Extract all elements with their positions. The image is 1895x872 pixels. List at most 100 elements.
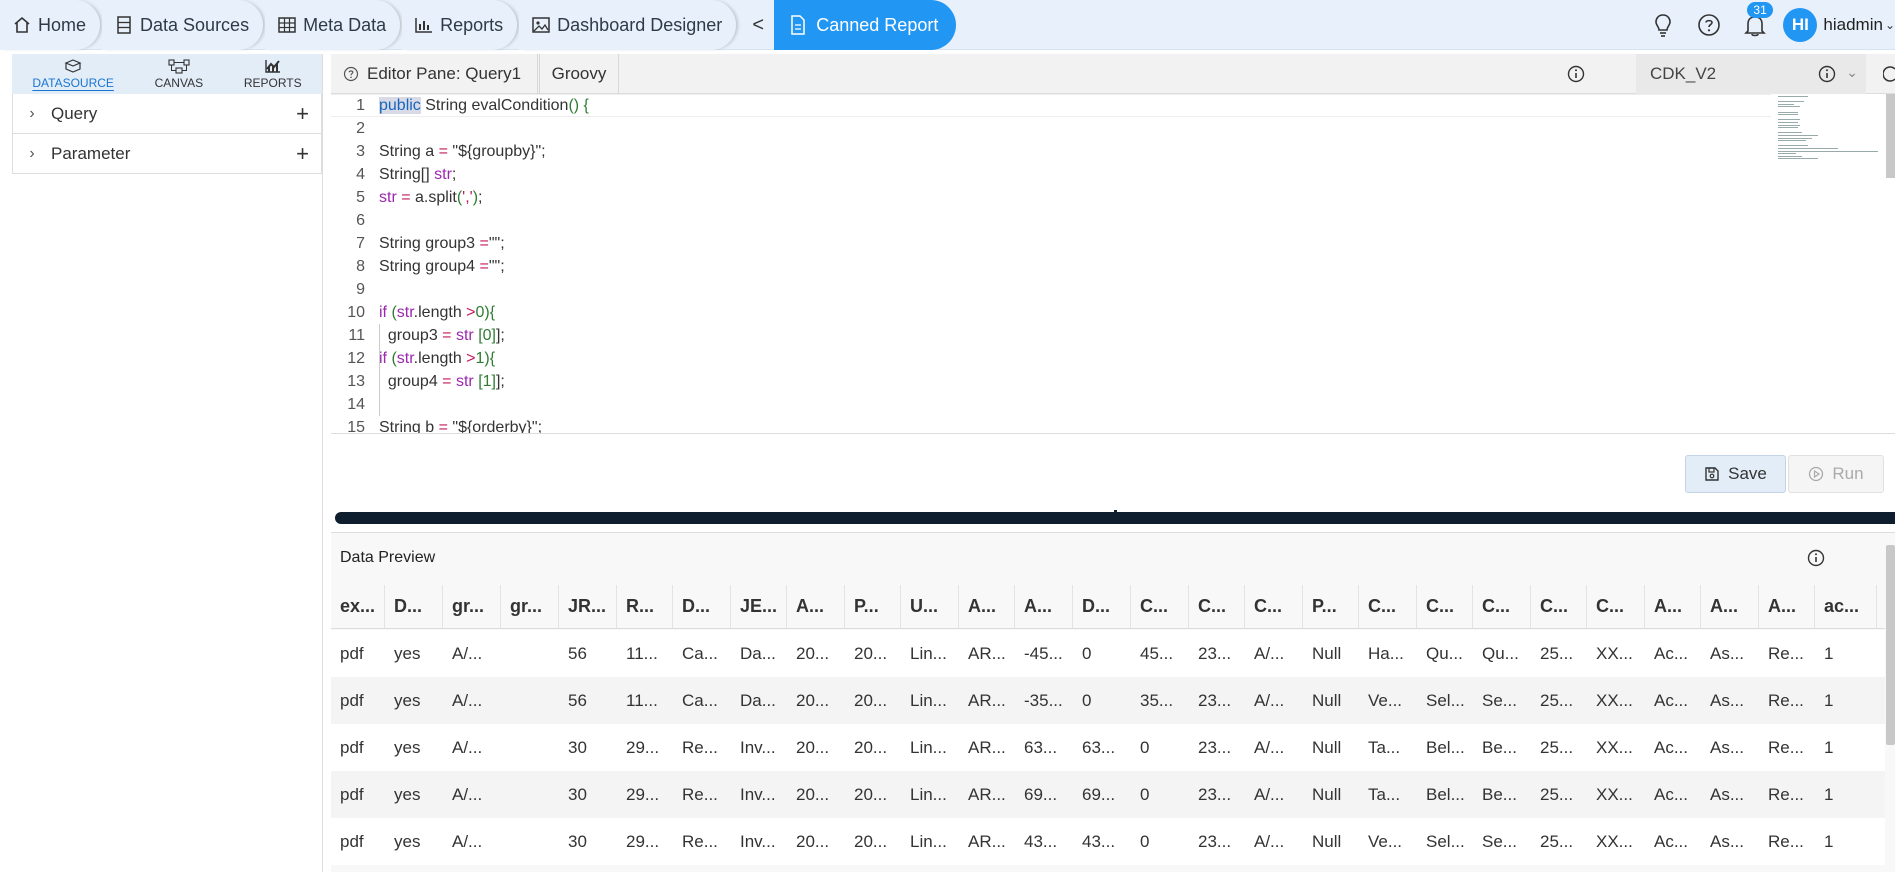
code-line[interactable]: 3 String a = "${groupby}"; (331, 140, 1771, 163)
table-cell: A/... (1254, 831, 1285, 851)
table-cell: A/... (1254, 643, 1285, 663)
table-cell: Lin... (910, 831, 947, 851)
code-line[interactable]: 2 (331, 117, 1771, 140)
code-line[interactable]: 13 group4 = str [1]]; (331, 370, 1771, 393)
column-header[interactable]: C... (1359, 585, 1417, 628)
code-text: group3 = str [0]]; (379, 326, 505, 344)
column-header[interactable]: C... (1245, 585, 1303, 628)
column-header[interactable]: C... (1417, 585, 1473, 628)
column-header[interactable]: A... (1645, 585, 1701, 628)
code-line[interactable]: 6 (331, 209, 1771, 232)
splitter-handle[interactable] (1114, 510, 1117, 513)
help-icon[interactable] (1697, 13, 1721, 37)
info-icon[interactable] (1807, 549, 1825, 572)
datasource-select[interactable]: CDK_V2 ⌄ (1636, 54, 1866, 94)
username-menu[interactable]: hiadmin (1823, 15, 1883, 35)
chevron-down-icon[interactable]: ⌄ (1846, 64, 1858, 81)
tab-editor-pane[interactable]: Editor Pane: Query1 (331, 54, 538, 94)
add-query-icon[interactable]: + (296, 101, 309, 127)
column-header[interactable]: D... (673, 585, 731, 628)
save-button[interactable]: Save (1685, 455, 1786, 493)
editor-scrollbar[interactable] (1886, 94, 1895, 178)
crumb-home[interactable]: Home (0, 0, 101, 50)
add-parameter-icon[interactable]: + (296, 141, 309, 167)
tab-language[interactable]: Groovy (539, 54, 619, 94)
column-header[interactable]: R... (617, 585, 673, 628)
table-cell: A/... (452, 643, 483, 663)
refresh-icon[interactable] (1882, 65, 1895, 88)
code-line[interactable]: 11 group3 = str [0]]; (331, 324, 1771, 347)
column-header[interactable]: A... (787, 585, 845, 628)
column-header[interactable]: C... (1473, 585, 1531, 628)
info-icon[interactable] (1567, 65, 1585, 88)
table-cell: Ac... (1654, 831, 1689, 851)
crumb-canned-report[interactable]: Canned Report (774, 0, 957, 50)
column-header[interactable]: JR... (559, 585, 617, 628)
minimap-line (1778, 132, 1802, 134)
chevron-right-icon[interactable]: › (13, 145, 51, 163)
bell-icon[interactable]: 31 (1743, 2, 1773, 37)
column-header[interactable]: JE... (731, 585, 787, 628)
avatar[interactable]: HI (1783, 8, 1818, 42)
column-header[interactable]: U... (901, 585, 959, 628)
tab-label: CANVAS (154, 76, 204, 90)
crumb-dashboard-designer[interactable]: Dashboard Designer (519, 0, 737, 50)
crumb-meta-data[interactable]: Meta Data (265, 0, 401, 50)
column-header[interactable]: D... (1073, 585, 1131, 628)
table-cell: 20... (796, 784, 830, 804)
help-circle-icon[interactable] (343, 66, 359, 82)
column-header[interactable]: A... (1015, 585, 1073, 628)
tab-canvas[interactable]: CANVAS (155, 58, 203, 90)
code-line[interactable]: 15 String b = "${orderby}"; (331, 416, 1771, 434)
code-line[interactable]: 1 public String evalCondition() { (331, 94, 1771, 117)
code-text: group4 = str [1]]; (379, 372, 505, 390)
crumb-reports[interactable]: Reports (402, 0, 518, 50)
code-line[interactable]: 7 String group3 =""; (331, 232, 1771, 255)
tab-reports[interactable]: REPORTS (244, 58, 302, 90)
run-button[interactable]: Run (1788, 455, 1884, 493)
column-header[interactable]: gr... (443, 585, 501, 628)
column-header[interactable]: C... (1131, 585, 1189, 628)
chevron-right-icon[interactable]: › (13, 105, 51, 123)
info-icon[interactable] (1818, 65, 1836, 88)
chevron-down-icon[interactable]: ⌄ (1885, 18, 1895, 32)
crumb-label: Home (38, 14, 87, 35)
code-line[interactable]: 9 (331, 278, 1771, 301)
table-cell: 20... (854, 784, 888, 804)
column-header[interactable]: A... (1759, 585, 1815, 628)
column-header[interactable]: gr... (501, 585, 559, 628)
minimap-line (1778, 145, 1808, 147)
table-cell: Inv... (740, 784, 776, 804)
column-header[interactable]: A... (1701, 585, 1759, 628)
data-preview-scrollbar[interactable] (1886, 545, 1895, 745)
table-cell: Re... (1768, 831, 1804, 851)
lightbulb-icon[interactable] (1651, 13, 1675, 37)
code-editor[interactable]: 1 public String evalCondition() {2 3 String… (331, 94, 1895, 434)
column-header[interactable]: C... (1587, 585, 1645, 628)
column-header[interactable]: ac... (1815, 585, 1877, 628)
column-header[interactable]: C... (1531, 585, 1587, 628)
code-line[interactable]: 10 if (str.length >0){ (331, 301, 1771, 324)
tree-item-parameter[interactable]: › Parameter + (12, 134, 322, 174)
back-chevron-icon[interactable]: < (742, 0, 774, 50)
code-text: String[] str; (379, 165, 457, 183)
code-line[interactable]: 14 (331, 393, 1771, 416)
tab-datasource[interactable]: DATASOURCE (32, 58, 114, 90)
column-header[interactable]: P... (845, 585, 901, 628)
column-header[interactable]: ex... (331, 585, 385, 628)
code-line[interactable]: 12 if (str.length >1){ (331, 347, 1771, 370)
tree-item-query[interactable]: › Query + (12, 94, 322, 134)
column-header[interactable]: A... (959, 585, 1015, 628)
column-header[interactable]: P... (1303, 585, 1359, 628)
code-line[interactable]: 4 String[] str; (331, 163, 1771, 186)
table-cell: Be... (1482, 737, 1517, 757)
code-minimap[interactable] (1774, 94, 1884, 164)
save-label: Save (1728, 464, 1767, 483)
pane-splitter[interactable] (335, 512, 1895, 524)
column-header[interactable]: D... (385, 585, 443, 628)
column-header[interactable]: C... (1189, 585, 1245, 628)
crumb-data-sources[interactable]: Data Sources (102, 0, 264, 50)
table-icon (277, 15, 297, 35)
code-line[interactable]: 5 str = a.split(','); (331, 186, 1771, 209)
code-line[interactable]: 8 String group4 =""; (331, 255, 1771, 278)
